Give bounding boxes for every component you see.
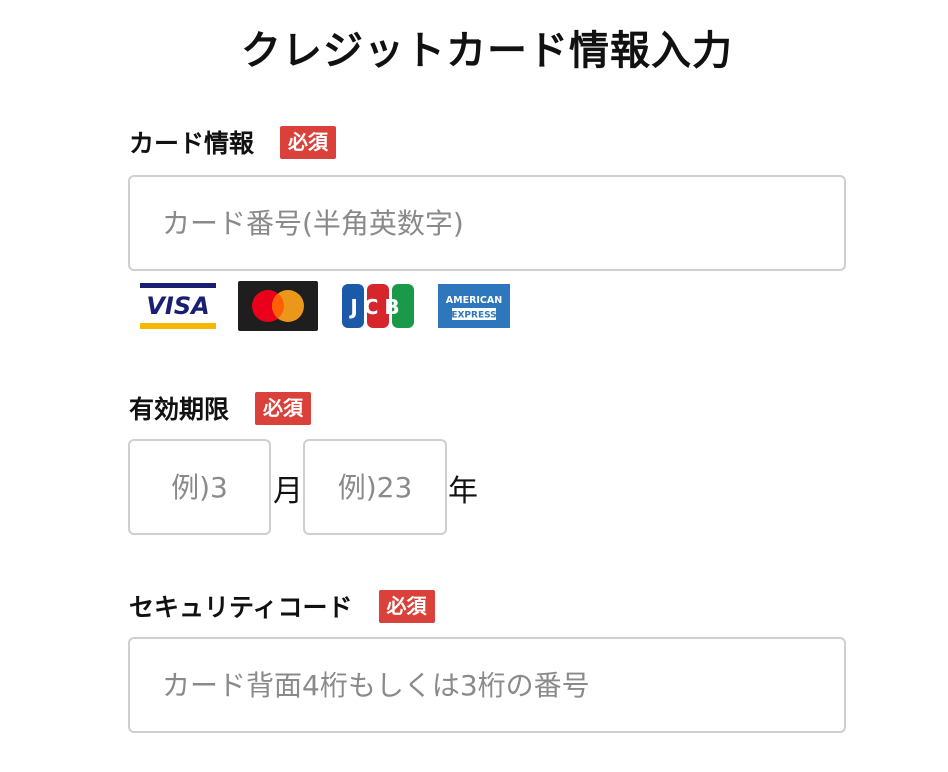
required-badge: 必須 (378, 589, 435, 623)
security-code-label-row: セキュリティコード 必須 (129, 588, 435, 624)
card-info-label: カード情報 (129, 129, 255, 158)
year-unit-label: 年 (448, 474, 478, 509)
jcb-logo: JCB (342, 284, 414, 328)
visa-text: VISA (146, 292, 209, 320)
required-badge: 必須 (280, 125, 337, 159)
expiry-label: 有効期限 (129, 395, 230, 424)
expiry-year-input[interactable] (303, 439, 447, 535)
mastercard-logo (238, 281, 318, 331)
card-number-input[interactable] (128, 175, 846, 271)
jcb-text: JCB (348, 295, 405, 319)
security-code-input[interactable] (128, 637, 846, 733)
credit-card-form: クレジットカード情報入力 カード情報 必須 VISA JCB (0, 0, 948, 772)
expiry-label-row: 有効期限 必須 (129, 390, 312, 426)
card-info-label-row: カード情報 必須 (129, 124, 337, 160)
visa-logo: VISA (138, 281, 218, 331)
amex-logo: AMERICAN EXPRESS (438, 284, 510, 328)
amex-text-1: AMERICAN (446, 295, 502, 306)
page-title: クレジットカード情報入力 (241, 28, 733, 74)
amex-text-2: EXPRESS (451, 311, 496, 321)
required-badge: 必須 (255, 391, 312, 425)
month-unit-label: 月 (273, 474, 303, 509)
card-brand-logos: VISA JCB AMERICAN EXPRESS (138, 281, 530, 331)
expiry-month-input[interactable] (128, 439, 271, 535)
security-code-label: セキュリティコード (129, 593, 353, 622)
